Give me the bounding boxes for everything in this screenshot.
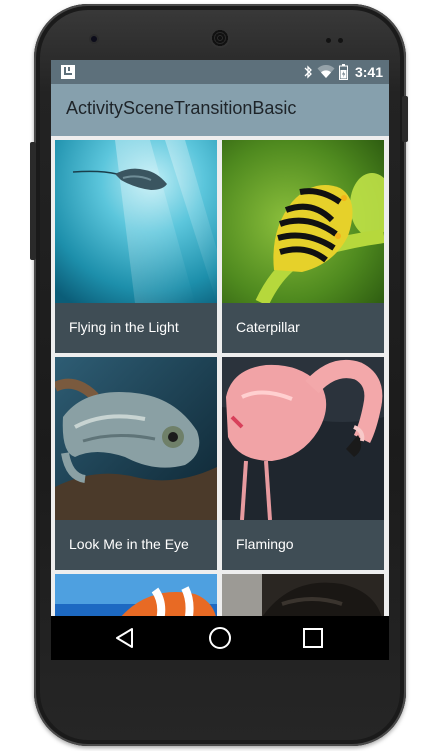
flamingo-photo [222,357,384,520]
front-camera [91,36,97,42]
caption-bar: Caterpillar [222,303,384,353]
caption-bar: Flamingo [222,520,384,570]
back-icon [116,628,133,648]
caterpillar-photo [222,140,384,303]
earpiece-speaker [210,28,230,48]
home-button[interactable] [204,622,236,654]
navigation-bar [51,616,389,660]
recents-button[interactable] [297,622,329,654]
item-caption: Caterpillar [236,319,300,335]
image-grid: Flying in the Light Caterpillar Look Me … [51,136,389,616]
power-button[interactable] [402,96,408,142]
clownfish-photo [55,574,217,616]
grid-item[interactable] [222,574,384,616]
grid-item[interactable] [55,574,217,616]
manta-ray-photo [55,140,217,303]
app-bar: ActivitySceneTransitionBasic [51,84,389,136]
app-notification-icon [61,65,75,79]
grid-item[interactable]: Caterpillar [222,140,384,353]
caption-bar: Look Me in the Eye [55,520,217,570]
home-icon [209,627,231,649]
battery-icon [338,64,348,80]
item-caption: Look Me in the Eye [69,536,189,552]
grid-item[interactable]: Look Me in the Eye [55,357,217,570]
chameleon-photo [55,357,217,520]
app-title: ActivitySceneTransitionBasic [66,98,297,118]
caption-bar: Flying in the Light [55,303,217,353]
back-button[interactable] [109,622,141,654]
bluetooth-icon [304,65,312,79]
wifi-icon [317,65,335,78]
volume-button[interactable] [30,142,36,260]
grid-item[interactable]: Flying in the Light [55,140,217,353]
gorilla-photo [222,574,384,616]
status-bar: 3:41 [51,60,389,84]
grid-item[interactable]: Flamingo [222,357,384,570]
item-caption: Flying in the Light [69,319,179,335]
item-caption: Flamingo [236,536,294,552]
light-sensor [338,38,343,43]
proximity-sensor [326,38,331,43]
status-time: 3:41 [354,64,383,80]
phone-screen: 3:41 ActivitySceneTransitionBasic Flying… [51,60,389,660]
recents-icon [303,628,323,648]
